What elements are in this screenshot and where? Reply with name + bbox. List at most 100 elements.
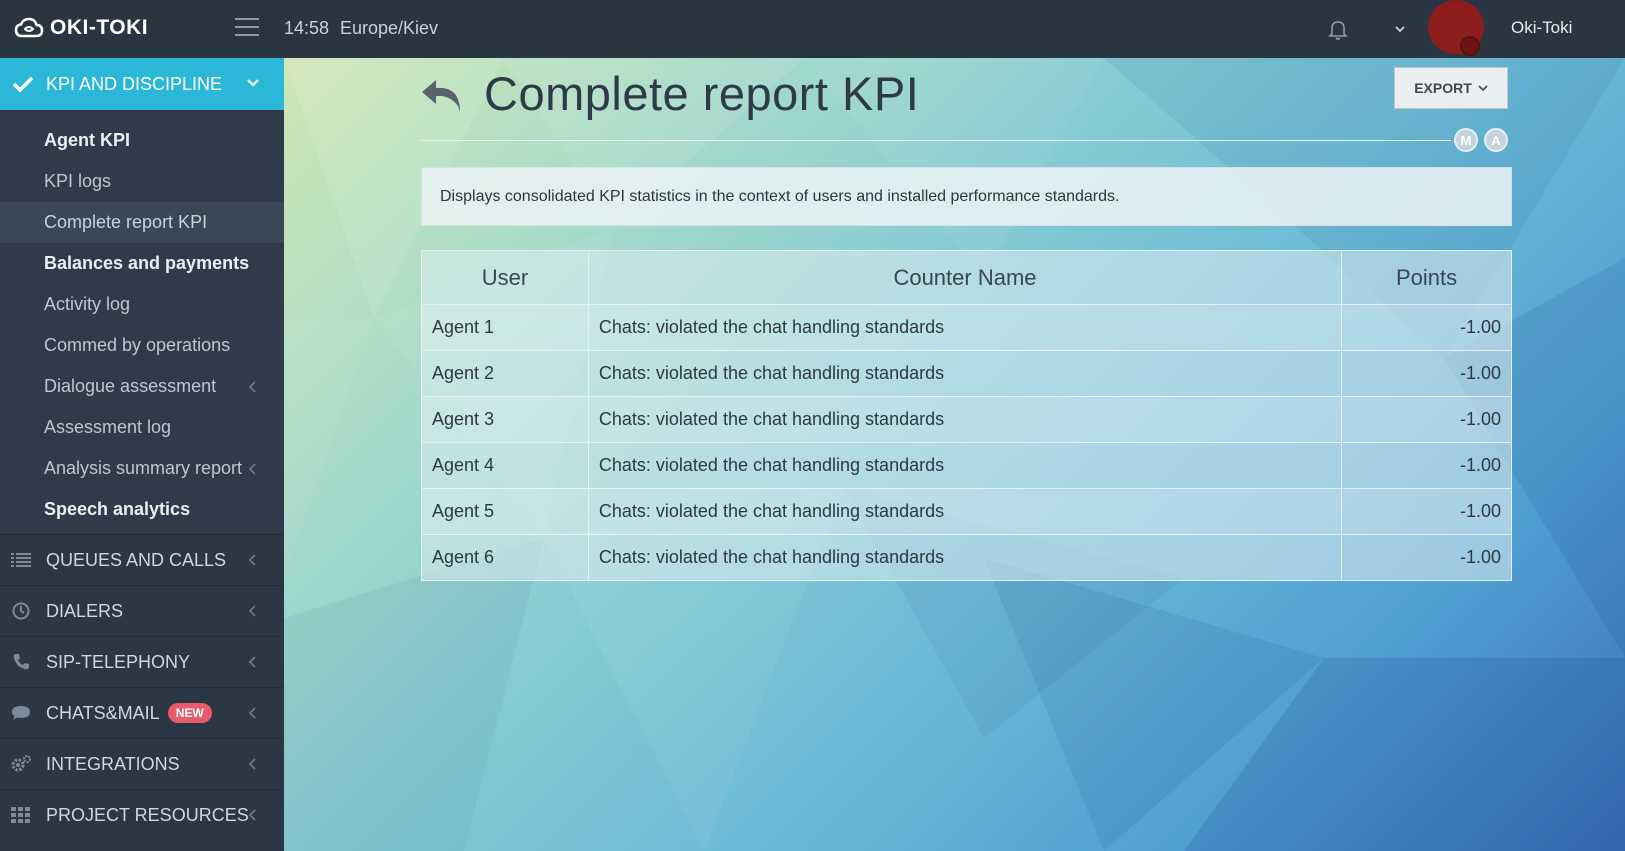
page-title: Complete report KPI [484, 67, 920, 120]
sidebar-item-assessment-log[interactable]: Assessment log [0, 407, 284, 448]
cell-points: -1.00 [1341, 304, 1512, 351]
cell-user: Agent 4 [421, 442, 589, 489]
logo[interactable]: OKI-TOKI [14, 16, 148, 40]
table-row: Agent 3 Chats: violated the chat handlin… [421, 396, 1512, 443]
chevron-down-icon [1478, 85, 1488, 92]
table-header-row: User Counter Name Points [421, 250, 1512, 305]
cell-user: Agent 1 [421, 304, 589, 351]
sidebar-item-label: Balances and payments [44, 253, 250, 273]
sidebar-item-label: Dialogue assessment [44, 376, 217, 396]
main-content: Complete report KPI EXPORT M A Displays … [284, 58, 1625, 851]
mode-m-button[interactable]: M [1454, 128, 1478, 152]
sidebar-item-label: Agent KPI [44, 130, 131, 150]
sidebar-section-queues-and-calls[interactable]: QUEUES AND CALLS [0, 534, 284, 585]
sidebar-item-speech-analytics[interactable]: Speech analytics [0, 489, 284, 530]
list-icon [10, 550, 32, 570]
cell-counter-name: Chats: violated the chat handling standa… [588, 396, 1343, 443]
clock-time: 14:58 [284, 18, 330, 38]
cell-counter-name: Chats: violated the chat handling standa… [588, 534, 1343, 581]
clock-icon [10, 601, 32, 621]
chevron-left-icon [248, 656, 256, 668]
mode-a-button[interactable]: A [1484, 128, 1508, 152]
sidebar-section-integrations[interactable]: INTEGRATIONS [0, 738, 284, 789]
cell-user: Agent 2 [421, 350, 589, 397]
sidebar-section-label: QUEUES AND CALLS [46, 549, 227, 570]
table-row: Agent 6 Chats: violated the chat handlin… [421, 534, 1512, 581]
sidebar-section-label: SIP-TELEPHONY [46, 651, 191, 672]
sidebar-section-sip-telephony[interactable]: SIP-TELEPHONY [0, 636, 284, 687]
chat-bubble-icon [10, 703, 32, 723]
chevron-left-icon [248, 381, 256, 393]
sidebar-item-kpi-logs[interactable]: KPI logs [0, 161, 284, 202]
cell-counter-name: Chats: violated the chat handling standa… [588, 488, 1343, 535]
cloud-logo-icon [14, 17, 44, 38]
sidebar-item-label: KPI logs [44, 171, 112, 191]
column-header-user[interactable]: User [421, 250, 589, 305]
sidebar-section-project-resources[interactable]: PROJECT RESOURCES [0, 789, 284, 840]
sidebar-item-balances-and-payments[interactable]: Balances and payments [0, 243, 284, 284]
sidebar-section-label: INTEGRATIONS [46, 753, 180, 774]
chevron-left-icon [248, 554, 256, 566]
cell-points: -1.00 [1341, 442, 1512, 489]
export-button[interactable]: EXPORT [1394, 67, 1508, 109]
kpi-table: User Counter Name Points Agent 1 Chats: … [421, 250, 1512, 581]
sidebar-item-label: Assessment log [44, 417, 172, 437]
sidebar-item-dialogue-assessment[interactable]: Dialogue assessment [0, 366, 284, 407]
sidebar-item-agent-kpi[interactable]: Agent KPI [0, 120, 284, 161]
chevron-down-icon[interactable] [1393, 22, 1407, 36]
cell-points: -1.00 [1341, 534, 1512, 581]
title-divider [421, 140, 1451, 141]
status-indicator [1460, 36, 1480, 56]
sidebar-submenu: Agent KPI KPI logs Complete report KPI B… [0, 110, 284, 534]
menu-line [235, 26, 259, 28]
sidebar: KPI AND DISCIPLINE Agent KPI KPI logs Co… [0, 58, 284, 851]
sidebar-item-label: Speech analytics [44, 499, 191, 519]
sidebar-item-activity-log[interactable]: Activity log [0, 284, 284, 325]
column-header-points[interactable]: Points [1341, 250, 1512, 305]
menu-line [235, 18, 259, 20]
chevron-left-icon [248, 463, 256, 475]
description-box: Displays consolidated KPI statistics in … [421, 167, 1512, 226]
chevron-left-icon [248, 605, 256, 617]
sidebar-item-label: Activity log [44, 294, 131, 314]
table-row: Agent 1 Chats: violated the chat handlin… [421, 304, 1512, 351]
cell-counter-name: Chats: violated the chat handling standa… [588, 442, 1343, 489]
table-row: Agent 2 Chats: violated the chat handlin… [421, 350, 1512, 397]
sidebar-item-label: Complete report KPI [44, 212, 208, 232]
cell-points: -1.00 [1341, 488, 1512, 535]
sidebar-item-label: Commed by operations [44, 335, 231, 355]
sidebar-section-label: KPI AND DISCIPLINE [46, 73, 223, 94]
bell-icon[interactable] [1326, 17, 1350, 41]
gears-icon [10, 754, 32, 774]
phone-icon [10, 652, 32, 672]
grid-icon [10, 805, 32, 825]
menu-toggle-button[interactable] [235, 18, 259, 38]
sidebar-section-kpi-and-discipline[interactable]: KPI AND DISCIPLINE [0, 58, 284, 110]
sidebar-item-analysis-summary-report[interactable]: Analysis summary report [0, 448, 284, 489]
sidebar-section-label: CHATS&MAIL [46, 702, 160, 723]
chevron-left-icon [248, 758, 256, 770]
timezone-label: Europe/Kiev [340, 18, 439, 38]
column-header-counter-name[interactable]: Counter Name [588, 250, 1343, 305]
check-icon [12, 76, 34, 93]
sidebar-section-label: PROJECT RESOURCES [46, 804, 249, 825]
chevron-left-icon [248, 707, 256, 719]
chevron-left-icon [248, 809, 256, 821]
table-row: Agent 5 Chats: violated the chat handlin… [421, 488, 1512, 535]
cell-counter-name: Chats: violated the chat handling standa… [588, 350, 1343, 397]
cell-counter-name: Chats: violated the chat handling standa… [588, 304, 1343, 351]
user-name[interactable]: Oki-Toki [1511, 18, 1572, 38]
cell-user: Agent 5 [421, 488, 589, 535]
cell-points: -1.00 [1341, 396, 1512, 443]
sidebar-section-dialers[interactable]: DIALERS [0, 585, 284, 636]
cell-user: Agent 3 [421, 396, 589, 443]
sidebar-item-complete-report-kpi[interactable]: Complete report KPI [0, 202, 284, 243]
sidebar-section-label: DIALERS [46, 600, 124, 621]
back-arrow-icon[interactable] [420, 76, 466, 116]
export-button-label: EXPORT [1414, 80, 1472, 96]
sidebar-section-chats-and-mail[interactable]: CHATS&MAIL NEW [0, 687, 284, 738]
sidebar-item-commed-by-operations[interactable]: Commed by operations [0, 325, 284, 366]
table-row: Agent 4 Chats: violated the chat handlin… [421, 442, 1512, 489]
menu-line [235, 34, 259, 36]
cell-user: Agent 6 [421, 534, 589, 581]
